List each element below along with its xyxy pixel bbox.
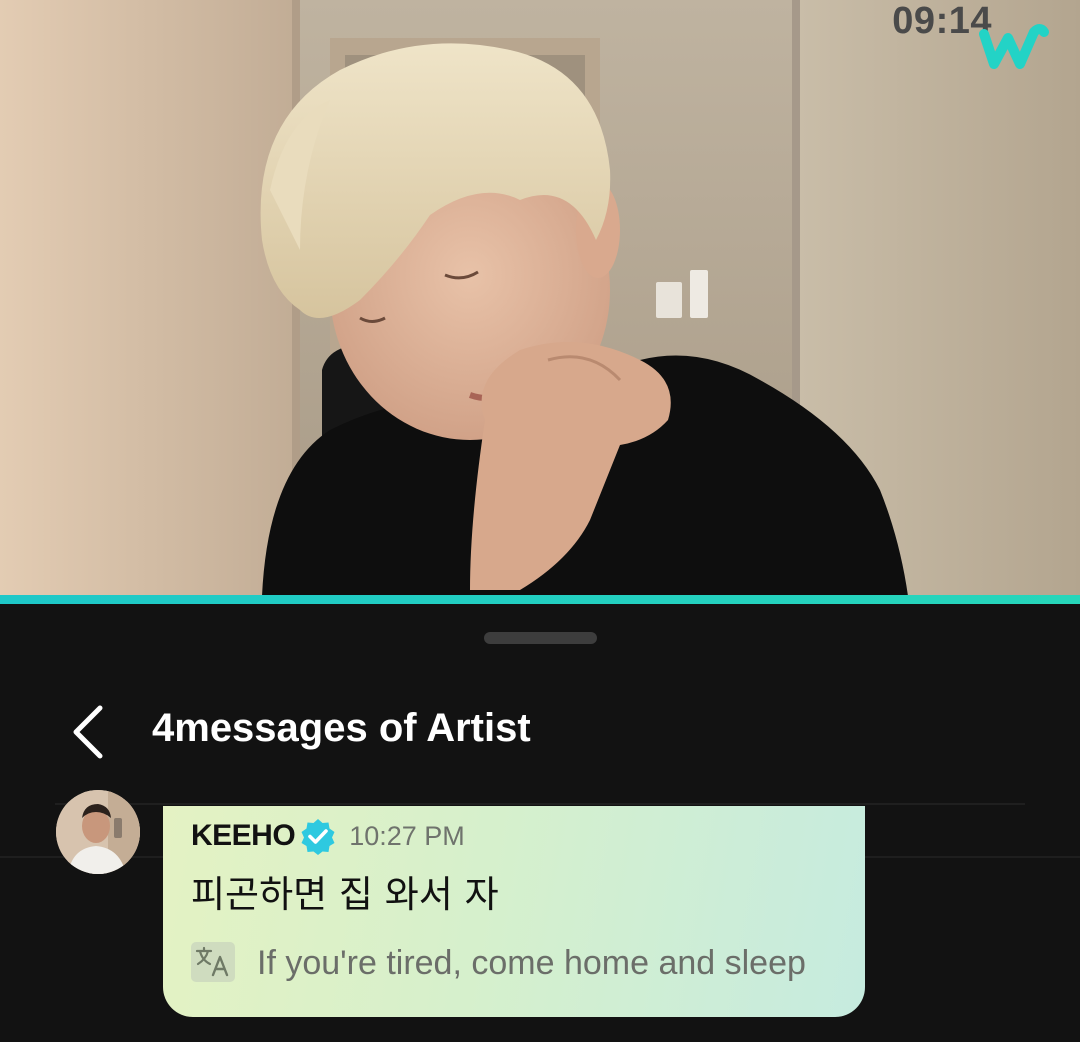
- live-viewer-screen: 09:14 4messages of Artist KEEHO 10:27 PM…: [0, 0, 1080, 1042]
- back-button[interactable]: [60, 700, 120, 764]
- message-meta: KEEHO 10:27 PM: [191, 814, 465, 858]
- header-divider: [55, 803, 1025, 805]
- avatar[interactable]: [56, 790, 140, 874]
- message-time: 10:27 PM: [349, 820, 465, 851]
- verified-badge-icon: [301, 819, 335, 855]
- sender-name[interactable]: KEEHO: [191, 819, 296, 853]
- message-bubble[interactable]: KEEHO 10:27 PM 피곤하면 집 와서 자 If you're tir…: [163, 806, 865, 1017]
- message-text: 피곤하면 집 와서 자: [191, 873, 499, 916]
- translate-icon[interactable]: [191, 942, 235, 982]
- translate-glyph: [195, 946, 229, 977]
- playback-progress-bar[interactable]: [0, 595, 1080, 604]
- playback-progress-fill: [0, 595, 1080, 604]
- weverse-logo-icon: [979, 24, 1049, 69]
- live-video-frame[interactable]: 09:14: [0, 0, 1080, 596]
- translated-text: If you're tired, come home and sleep: [257, 944, 806, 982]
- page-title: 4messages of Artist: [152, 706, 531, 750]
- sheet-drag-handle[interactable]: [484, 632, 597, 644]
- chevron-left-icon: [73, 705, 103, 759]
- video-scene: [0, 0, 1080, 596]
- messages-header: 4messages of Artist: [0, 680, 1080, 784]
- avatar-image: [56, 790, 140, 874]
